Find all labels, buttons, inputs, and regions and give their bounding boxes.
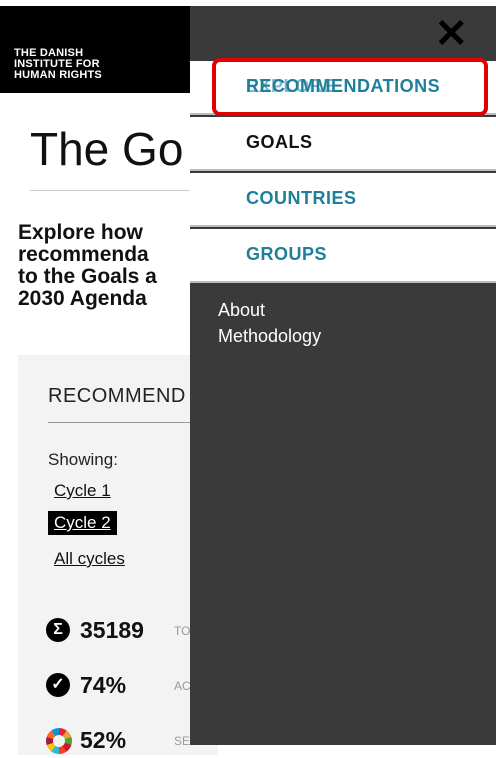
logo[interactable]: THE DANISH INSTITUTE FOR HUMAN RIGHTS xyxy=(0,6,190,93)
title-divider xyxy=(30,190,200,191)
methodology-link[interactable]: Methodology xyxy=(218,326,321,347)
stat-value: 52% xyxy=(80,727,127,753)
stat-value: 35189 xyxy=(80,617,144,643)
navigation-menu: ✕ EXPLORE RECOMMENDATIONS GOALS COUNTRIE… xyxy=(190,6,496,745)
menu-item-label: COUNTRIES xyxy=(246,188,357,208)
all-cycles-link[interactable]: All cycles xyxy=(48,547,131,571)
showing-label: Showing: xyxy=(48,450,118,469)
sigma-icon: Σ xyxy=(46,618,70,642)
cycle-2-link[interactable]: Cycle 2 xyxy=(48,511,117,535)
recommendations-panel: RECOMMEND Showing: Cycle 1 Cycle 2 All c… xyxy=(18,355,218,755)
sdg-wheel-icon xyxy=(46,728,72,754)
check-icon: ✓ xyxy=(46,673,70,697)
menu-item-goals[interactable]: GOALS xyxy=(190,117,496,171)
cycle-1-link[interactable]: Cycle 1 xyxy=(48,479,117,503)
intro-text: Explore how recommenda to the Goals a 20… xyxy=(18,221,157,310)
about-link[interactable]: About xyxy=(218,300,265,321)
page-title: The Go xyxy=(30,123,184,175)
menu-item-countries[interactable]: COUNTRIES xyxy=(190,173,496,227)
stat-label: TO xyxy=(174,624,191,638)
highlight-box xyxy=(212,58,488,116)
stat-label: AC xyxy=(174,679,191,693)
stat-label: SE xyxy=(174,734,191,748)
stat-value: 74% xyxy=(80,672,127,698)
close-icon[interactable]: ✕ xyxy=(434,14,468,54)
logo-text: THE DANISH INSTITUTE FOR HUMAN RIGHTS xyxy=(14,47,102,81)
panel-title: RECOMMEND xyxy=(48,385,186,407)
menu-item-label: GROUPS xyxy=(246,244,328,264)
menu-item-label: GOALS xyxy=(246,132,313,152)
menu-item-groups[interactable]: GROUPS xyxy=(190,229,496,283)
